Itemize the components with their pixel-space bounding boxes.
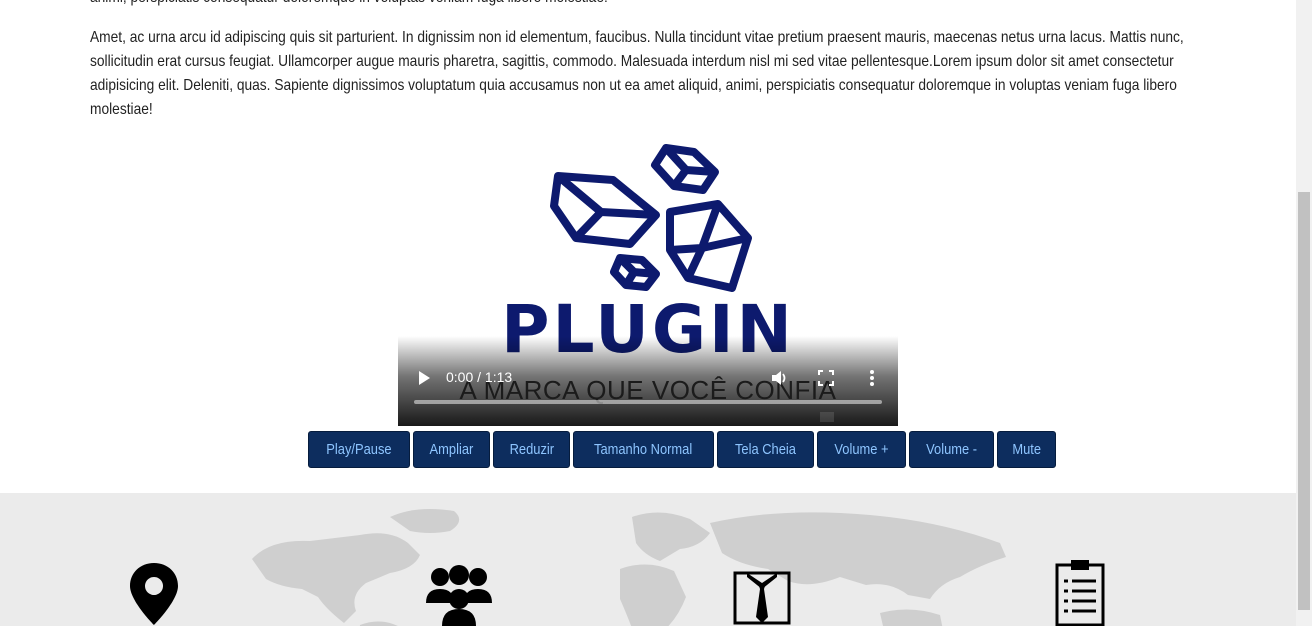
volume-up-button[interactable]: Volume + (816, 431, 906, 468)
tamanho-normal-button[interactable]: Tamanho Normal (573, 431, 714, 468)
video-player[interactable]: PLUGIN A MARCA QUE VOCÊ CONFIA 0:00 / 1:… (398, 120, 898, 426)
ampliar-button[interactable]: Ampliar (412, 431, 490, 468)
article-paragraph-block: Amet, ac urna arcu id adipiscing quis si… (90, 26, 1184, 122)
page-scrollbar[interactable] (1296, 0, 1312, 626)
video-time: 0:00 / 1:13 (446, 369, 513, 385)
video-controls-buttons: Play/Pause Ampliar Reduzir Tamanho Norma… (308, 431, 1057, 468)
article-cut-line: animi, perspiciatis consequatur doloremq… (90, 0, 1210, 10)
tela-cheia-button[interactable]: Tela Cheia (716, 431, 814, 468)
map-pin-icon (130, 563, 178, 625)
suit-tie-icon (733, 571, 791, 625)
clipboard-list-icon (1055, 560, 1105, 626)
video-watermark (820, 412, 834, 422)
mute-button[interactable]: Mute (996, 431, 1057, 468)
world-map-background (252, 509, 1006, 626)
article-paragraph: Amet, ac urna arcu id adipiscing quis si… (90, 29, 1184, 118)
reduzir-button[interactable]: Reduzir (492, 431, 571, 468)
play-pause-button[interactable]: Play/Pause (308, 431, 410, 468)
volume-down-button[interactable]: Volume - (908, 431, 994, 468)
features-section (0, 493, 1296, 626)
users-group-icon (426, 565, 492, 626)
fullscreen-icon[interactable] (818, 370, 834, 386)
scrollbar-thumb[interactable] (1298, 192, 1310, 610)
page: animi, perspiciatis consequatur doloremq… (0, 0, 1296, 626)
more-options-icon[interactable] (868, 369, 876, 387)
article-text-cut-line: animi, perspiciatis consequatur doloremq… (90, 0, 1053, 10)
play-icon[interactable] (416, 370, 432, 386)
video-progress-bar[interactable] (414, 400, 882, 404)
volume-icon[interactable] (770, 369, 788, 387)
